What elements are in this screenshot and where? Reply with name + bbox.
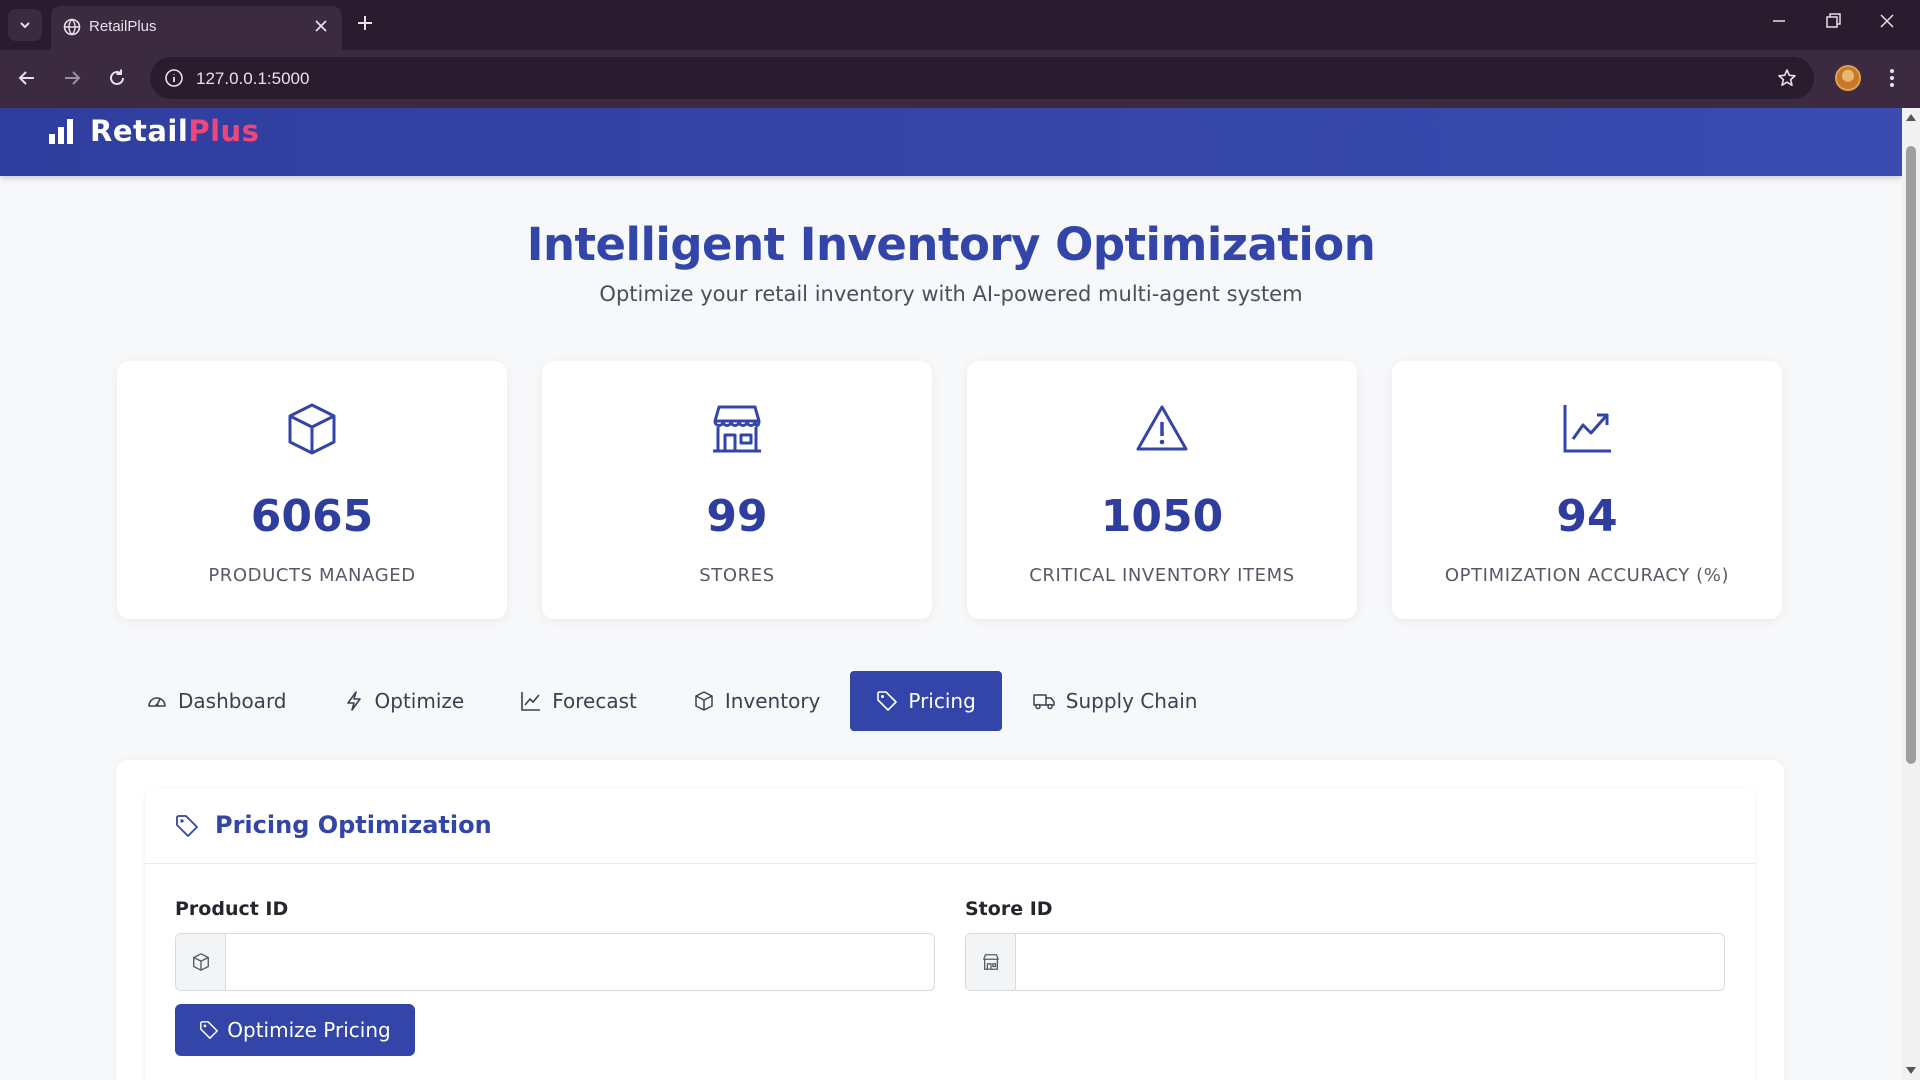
stat-card-stores: 99 STORES (542, 361, 932, 619)
bookmark-star-icon[interactable] (1776, 67, 1798, 89)
stat-card-critical-items: 1050 CRITICAL INVENTORY ITEMS (967, 361, 1357, 619)
stat-value: 6065 (250, 491, 374, 542)
tab-dashboard[interactable]: Dashboard (120, 671, 313, 731)
box-icon (192, 953, 209, 971)
app-header: RetailPlus (0, 108, 1902, 176)
chevron-down-icon (20, 22, 30, 29)
stat-value: 94 (1556, 491, 1618, 542)
store-icon (982, 954, 999, 970)
brand-name-main: Retail (90, 114, 189, 148)
warning-icon (1136, 405, 1188, 451)
optimize-pricing-button[interactable]: Optimize Pricing (175, 1004, 415, 1056)
site-info-icon[interactable] (164, 68, 184, 88)
brand-logo[interactable]: RetailPlus (46, 114, 259, 148)
page-scrollbar[interactable] (1902, 108, 1920, 1080)
tab-forecast[interactable]: Forecast (494, 671, 663, 731)
url-text: 127.0.0.1:5000 (196, 69, 310, 88)
browser-tab[interactable]: RetailPlus (51, 6, 342, 50)
browser-toolbar: 127.0.0.1:5000 (0, 50, 1920, 108)
tab-label: Pricing (908, 689, 976, 713)
card-title: Pricing Optimization (215, 811, 492, 839)
stat-card-products: 6065 PRODUCTS MANAGED (117, 361, 507, 619)
tab-label: Dashboard (178, 689, 287, 713)
pricing-optimization-card: Pricing Optimization Product ID Store ID… (145, 788, 1755, 1080)
globe-icon (63, 18, 81, 36)
tab-label: Inventory (724, 689, 821, 713)
card-header: Pricing Optimization (145, 788, 1755, 864)
stat-label: CRITICAL INVENTORY ITEMS (1029, 565, 1295, 586)
stat-label: PRODUCTS MANAGED (208, 565, 416, 586)
tag-icon (200, 1021, 219, 1039)
chart-up-icon (1563, 405, 1611, 453)
browser-tab-title: RetailPlus (89, 18, 157, 35)
minimize-icon[interactable] (1768, 10, 1790, 32)
more-menu-icon[interactable] (1889, 67, 1895, 89)
scroll-up-icon[interactable] (1906, 114, 1916, 121)
brand-name-accent: Plus (188, 114, 260, 148)
address-bar[interactable]: 127.0.0.1:5000 (150, 57, 1814, 99)
tab-label: Forecast (552, 689, 637, 713)
tab-label: Optimize (374, 689, 465, 713)
stat-label: STORES (699, 565, 775, 586)
page-viewport: RetailPlus Intelligent Inventory Optimiz… (0, 108, 1902, 1080)
close-icon[interactable] (312, 17, 330, 35)
tab-optimize[interactable]: Optimize (317, 671, 491, 731)
stat-value: 1050 (1100, 491, 1224, 542)
profile-avatar[interactable] (1835, 65, 1861, 91)
tab-supply-chain[interactable]: Supply Chain (1006, 671, 1224, 731)
store-icon (713, 405, 761, 453)
optimize-pricing-label: Optimize Pricing (227, 1018, 391, 1042)
stat-card-accuracy: 94 OPTIMIZATION ACCURACY (%) (1392, 361, 1782, 619)
tab-inventory[interactable]: Inventory (667, 671, 847, 731)
store-id-field (965, 933, 1725, 991)
line-chart-icon (521, 692, 541, 711)
product-id-input[interactable] (227, 934, 933, 990)
scrollbar-thumb[interactable] (1906, 146, 1916, 764)
back-arrow-icon[interactable] (16, 67, 38, 89)
store-id-input[interactable] (1017, 934, 1723, 990)
forward-arrow-icon[interactable] (61, 67, 83, 89)
bolt-icon (346, 691, 361, 711)
tab-search-button[interactable] (8, 9, 42, 41)
brand-name: RetailPlus (90, 114, 259, 148)
page-subtitle: Optimize your retail inventory with AI-p… (599, 282, 1303, 306)
store-id-addon (966, 934, 1016, 990)
product-id-addon (176, 934, 226, 990)
tag-icon (877, 691, 898, 711)
stat-label: OPTIMIZATION ACCURACY (%) (1444, 565, 1730, 586)
tab-pricing[interactable]: Pricing (850, 671, 1002, 731)
browser-tab-bar: RetailPlus (0, 0, 1920, 50)
bar-chart-logo-icon (49, 119, 73, 144)
store-id-label: Store ID (965, 898, 1053, 920)
new-tab-icon[interactable] (354, 12, 376, 34)
tab-content-panel: Pricing Optimization Product ID Store ID… (116, 760, 1784, 1080)
feature-tabs: Dashboard Optimize Forecast Inventory Pr… (120, 671, 1227, 731)
product-id-label: Product ID (175, 898, 289, 920)
reload-icon[interactable] (106, 67, 128, 89)
box-icon (288, 403, 336, 455)
gauge-icon (148, 697, 166, 707)
tag-icon (176, 815, 198, 837)
truck-icon (1033, 694, 1055, 710)
box-icon (695, 691, 713, 711)
page-title: Intelligent Inventory Optimization (526, 218, 1376, 271)
stat-value: 99 (706, 491, 768, 542)
tab-label: Supply Chain (1065, 689, 1198, 713)
restore-icon[interactable] (1822, 10, 1844, 32)
scroll-down-icon[interactable] (1906, 1067, 1916, 1074)
window-close-icon[interactable] (1876, 10, 1898, 32)
product-id-field (175, 933, 935, 991)
